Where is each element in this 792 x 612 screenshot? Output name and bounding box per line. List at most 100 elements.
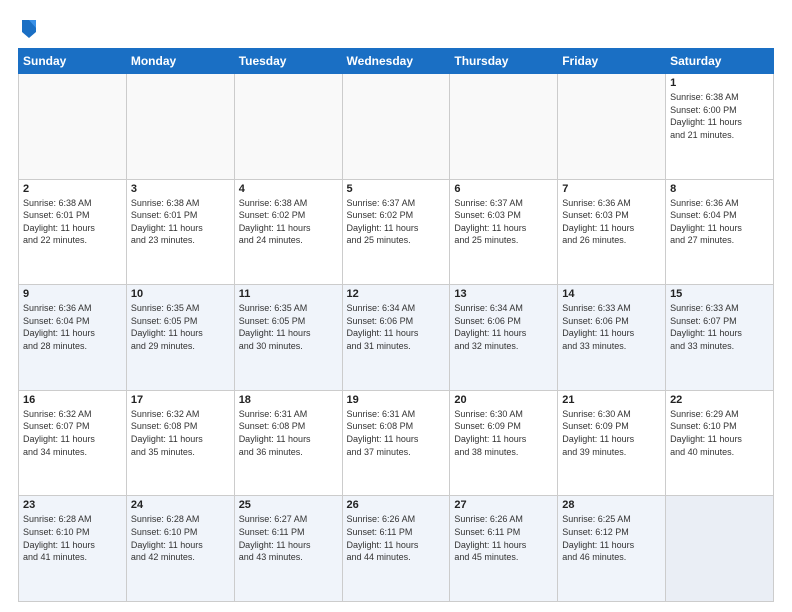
day-info: Sunrise: 6:28 AM Sunset: 6:10 PM Dayligh… (131, 513, 230, 563)
day-info: Sunrise: 6:38 AM Sunset: 6:00 PM Dayligh… (670, 91, 769, 141)
table-row: 10Sunrise: 6:35 AM Sunset: 6:05 PM Dayli… (126, 285, 234, 391)
table-row: 20 Sunrise: 6:30 AM Sunset: 6:09 PM Dayli… (450, 390, 558, 496)
day-info: Sunrise: 6:27 AM Sunset: 6:11 PM Dayligh… (239, 513, 338, 563)
table-row: 14 Sunrise: 6:33 AM Sunset: 6:06 PM Dayli… (558, 285, 666, 391)
table-row: 2Sunrise: 6:38 AM Sunset: 6:01 PM Daylig… (19, 179, 127, 285)
table-row: 24 Sunrise: 6:28 AM Sunset: 6:10 PM Dayli… (126, 496, 234, 602)
table-row: 12Sunrise: 6:34 AM Sunset: 6:06 PM Dayli… (342, 285, 450, 391)
day-number: 6 (454, 183, 553, 195)
table-row: 3 Sunrise: 6:38 AM Sunset: 6:01 PM Daylig… (126, 179, 234, 285)
table-row: 1 Sunrise: 6:38 AM Sunset: 6:00 PM Daylig… (666, 74, 774, 180)
table-row: 4Sunrise: 6:38 AM Sunset: 6:02 PM Daylig… (234, 179, 342, 285)
col-thursday: Thursday (450, 49, 558, 74)
day-number: 19 (347, 394, 446, 406)
day-number: 23 (23, 499, 122, 511)
table-row: 15 Sunrise: 6:33 AM Sunset: 6:07 PM Dayli… (666, 285, 774, 391)
col-wednesday: Wednesday (342, 49, 450, 74)
logo (18, 18, 38, 38)
table-row: 18 Sunrise: 6:31 AM Sunset: 6:08 PM Dayli… (234, 390, 342, 496)
calendar-header-row: Sunday Monday Tuesday Wednesday Thursday… (19, 49, 774, 74)
table-row: 11Sunrise: 6:35 AM Sunset: 6:05 PM Dayli… (234, 285, 342, 391)
calendar-table: Sunday Monday Tuesday Wednesday Thursday… (18, 48, 774, 602)
table-row: 25 Sunrise: 6:27 AM Sunset: 6:11 PM Dayli… (234, 496, 342, 602)
day-info: Sunrise: 6:37 AM Sunset: 6:02 PM Dayligh… (347, 197, 446, 247)
day-number: 5 (347, 183, 446, 195)
day-info: Sunrise: 6:32 AM Sunset: 6:08 PM Dayligh… (131, 408, 230, 458)
page: Sunday Monday Tuesday Wednesday Thursday… (0, 0, 792, 612)
calendar-week-row: 2 Sunrise: 6:38 AM Sunset: 6:01 PM Daylig… (19, 179, 774, 285)
day-info: Sunrise: 6:35 AM Sunset: 6:05 PM Dayligh… (131, 302, 230, 352)
day-number: 15 (670, 288, 769, 300)
day-number: 20 (454, 394, 553, 406)
day-info: Sunrise: 6:33 AM Sunset: 6:07 PM Dayligh… (670, 302, 769, 352)
col-saturday: Saturday (666, 49, 774, 74)
day-number: 17 (131, 394, 230, 406)
day-info: Sunrise: 6:35 AM Sunset: 6:05 PM Dayligh… (239, 302, 338, 352)
col-friday: Friday (558, 49, 666, 74)
table-row: 16 Sunrise: 6:32 AM Sunset: 6:07 PM Dayli… (19, 390, 127, 496)
day-number: 3 (131, 183, 230, 195)
day-number: 27 (454, 499, 553, 511)
table-row: 7 Sunrise: 6:36 AM Sunset: 6:03 PM Daylig… (558, 179, 666, 285)
day-number: 7 (562, 183, 661, 195)
table-row (558, 74, 666, 180)
table-row: 17 Sunrise: 6:32 AM Sunset: 6:08 PM Dayli… (126, 390, 234, 496)
day-number: 13 (454, 288, 553, 300)
day-number: 22 (670, 394, 769, 406)
table-row: 28 Sunrise: 6:25 AM Sunset: 6:12 PM Dayli… (558, 496, 666, 602)
day-number: 8 (670, 183, 769, 195)
day-info: Sunrise: 6:36 AM Sunset: 6:04 PM Dayligh… (23, 302, 122, 352)
day-number: 26 (347, 499, 446, 511)
header (18, 18, 774, 38)
day-number: 2 (23, 183, 122, 195)
table-row: 13 Sunrise: 6:34 AM Sunset: 6:06 PM Dayli… (450, 285, 558, 391)
table-row (342, 74, 450, 180)
table-row (126, 74, 234, 180)
day-info: Sunrise: 6:28 AM Sunset: 6:10 PM Dayligh… (23, 513, 122, 563)
day-info: Sunrise: 6:26 AM Sunset: 6:11 PM Dayligh… (347, 513, 446, 563)
table-row: 27 Sunrise: 6:26 AM Sunset: 6:11 PM Dayli… (450, 496, 558, 602)
table-row: 8 Sunrise: 6:36 AM Sunset: 6:04 PM Daylig… (666, 179, 774, 285)
day-info: Sunrise: 6:36 AM Sunset: 6:04 PM Dayligh… (670, 197, 769, 247)
table-row: 26 Sunrise: 6:26 AM Sunset: 6:11 PM Dayli… (342, 496, 450, 602)
day-info: Sunrise: 6:30 AM Sunset: 6:09 PM Dayligh… (454, 408, 553, 458)
day-number: 28 (562, 499, 661, 511)
calendar-week-row: 1 Sunrise: 6:38 AM Sunset: 6:00 PM Daylig… (19, 74, 774, 180)
calendar-week-row: 23 Sunrise: 6:28 AM Sunset: 6:10 PM Dayli… (19, 496, 774, 602)
day-info: Sunrise: 6:31 AM Sunset: 6:08 PM Dayligh… (239, 408, 338, 458)
table-row: 22 Sunrise: 6:29 AM Sunset: 6:10 PM Dayli… (666, 390, 774, 496)
calendar-week-row: 16 Sunrise: 6:32 AM Sunset: 6:07 PM Dayli… (19, 390, 774, 496)
day-info: Sunrise: 6:32 AM Sunset: 6:07 PM Dayligh… (23, 408, 122, 458)
day-info: Sunrise: 6:38 AM Sunset: 6:01 PM Dayligh… (131, 197, 230, 247)
day-info: Sunrise: 6:31 AM Sunset: 6:08 PM Dayligh… (347, 408, 446, 458)
day-number: 18 (239, 394, 338, 406)
table-row: 5 Sunrise: 6:37 AM Sunset: 6:02 PM Daylig… (342, 179, 450, 285)
col-sunday: Sunday (19, 49, 127, 74)
day-number: 24 (131, 499, 230, 511)
table-row: 9 Sunrise: 6:36 AM Sunset: 6:04 PM Daylig… (19, 285, 127, 391)
day-info: Sunrise: 6:25 AM Sunset: 6:12 PM Dayligh… (562, 513, 661, 563)
calendar-week-row: 9 Sunrise: 6:36 AM Sunset: 6:04 PM Daylig… (19, 285, 774, 391)
day-number: 1 (670, 77, 769, 89)
day-number: 25 (239, 499, 338, 511)
day-info: Sunrise: 6:34 AM Sunset: 6:06 PM Dayligh… (347, 302, 446, 352)
day-info: Sunrise: 6:29 AM Sunset: 6:10 PM Dayligh… (670, 408, 769, 458)
table-row (19, 74, 127, 180)
day-info: Sunrise: 6:34 AM Sunset: 6:06 PM Dayligh… (454, 302, 553, 352)
day-number: 4 (239, 183, 338, 195)
day-number: 21 (562, 394, 661, 406)
table-row (450, 74, 558, 180)
day-info: Sunrise: 6:36 AM Sunset: 6:03 PM Dayligh… (562, 197, 661, 247)
day-number: 9 (23, 288, 122, 300)
table-row: 6 Sunrise: 6:37 AM Sunset: 6:03 PM Daylig… (450, 179, 558, 285)
day-info: Sunrise: 6:37 AM Sunset: 6:03 PM Dayligh… (454, 197, 553, 247)
table-row (234, 74, 342, 180)
day-number: 14 (562, 288, 661, 300)
table-row: 21Sunrise: 6:30 AM Sunset: 6:09 PM Dayli… (558, 390, 666, 496)
day-number: 16 (23, 394, 122, 406)
logo-icon (20, 18, 38, 40)
day-info: Sunrise: 6:33 AM Sunset: 6:06 PM Dayligh… (562, 302, 661, 352)
table-row (666, 496, 774, 602)
col-tuesday: Tuesday (234, 49, 342, 74)
day-info: Sunrise: 6:26 AM Sunset: 6:11 PM Dayligh… (454, 513, 553, 563)
